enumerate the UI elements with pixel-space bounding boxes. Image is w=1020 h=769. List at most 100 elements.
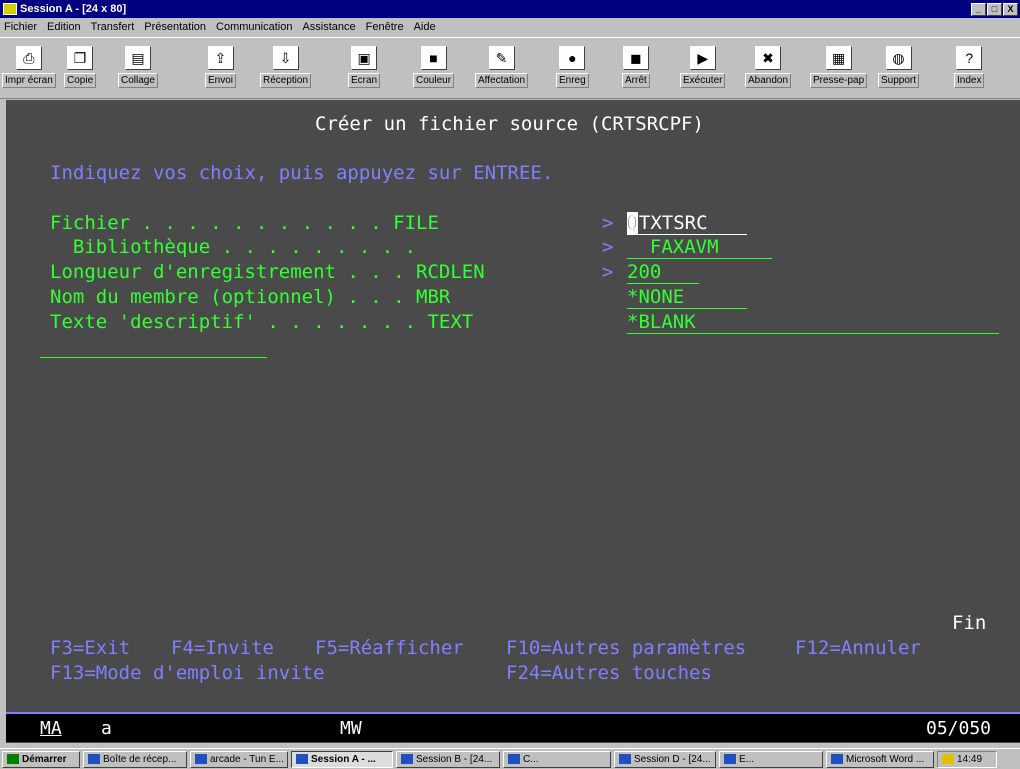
fkey-f5: F5=Réafficher <box>315 637 464 659</box>
field-marker: > <box>602 212 614 234</box>
taskbar-session-e[interactable]: E... <box>719 750 823 768</box>
toolbar-label: Impr écran <box>2 73 56 88</box>
copy-icon: ❐ <box>67 46 94 70</box>
file-input-value: QTXTSRC <box>627 212 708 234</box>
color-button[interactable]: ■ Couleur <box>413 46 455 96</box>
toolbar-label: Envoi <box>205 73 237 88</box>
toolbar-label: Affectation <box>475 73 529 88</box>
toolbar: ⎙ Impr écran ❐ Copie ▤ Collage ⇪ Envoi ⇩ Réce… <box>0 37 1020 99</box>
taskbar: Démarrer Boîte de récep... arcade - Tun … <box>0 748 1020 769</box>
taskbar-session-d[interactable]: Session D - [24... <box>614 750 716 768</box>
taskbar-label: Session B - [24... <box>416 753 493 765</box>
library-input[interactable]: FAXAVM <box>627 236 772 259</box>
receive-icon: ⇩ <box>272 46 299 70</box>
record-icon: ● <box>559 46 586 70</box>
menu-presentation[interactable]: Présentation <box>144 21 206 33</box>
menu-edition[interactable]: Edition <box>47 21 81 33</box>
menu-fenetre[interactable]: Fenêtre <box>366 21 404 33</box>
toolbar-label: Support <box>878 73 920 88</box>
window-title: Session A - [24 x 80] <box>20 3 127 15</box>
close-button[interactable]: X <box>1003 2 1018 16</box>
maximize-button[interactable]: □ <box>987 2 1002 16</box>
abort-button[interactable]: ✖ Abandon <box>745 46 792 96</box>
toolbar-label: Index <box>954 73 985 88</box>
taskbar-label: Boîte de récep... <box>103 753 177 765</box>
keymap-button[interactable]: ✎ Affectation <box>475 46 529 96</box>
record-button[interactable]: ● Enreg <box>556 46 589 96</box>
taskbar-session-b[interactable]: Session B - [24... <box>396 750 500 768</box>
taskbar-label: Session D - [24... <box>634 753 711 765</box>
screen-title: Créer un fichier source (CRTSRCPF) <box>315 113 704 135</box>
terminal-icon <box>195 754 207 764</box>
taskbar-word[interactable]: Microsoft Word ... <box>826 750 934 768</box>
taskbar-label: Session A - ... <box>311 753 376 765</box>
session-icon <box>401 754 413 764</box>
file-input[interactable]: QQTXTSRC <box>627 212 747 235</box>
rcdlen-input[interactable]: 200 <box>627 261 699 284</box>
fkey-f13: F13=Mode d'emploi invite <box>50 662 325 684</box>
toolbar-label: Exécuter <box>680 73 726 88</box>
start-label: Démarrer <box>22 753 67 765</box>
taskbar-session-a[interactable]: Session A - ... <box>291 750 393 768</box>
system-tray-clock: 14:49 <box>937 750 997 768</box>
clipboard-button[interactable]: ▦ Presse-pap <box>810 46 868 96</box>
index-button[interactable]: ? Index <box>954 46 985 96</box>
copy-button[interactable]: ❐ Copie <box>64 46 97 96</box>
text-description-input[interactable]: *BLANK <box>627 311 999 334</box>
menu-transfert[interactable]: Transfert <box>91 21 135 33</box>
field-label-text: Texte 'descriptif' . . . . . . . TEXT <box>50 311 474 333</box>
start-button[interactable]: Démarrer <box>2 750 80 768</box>
toolbar-label: Copie <box>64 73 97 88</box>
status-mw: MW <box>340 718 362 739</box>
taskbar-label: C... <box>523 753 539 765</box>
screen-instruction: Indiquez vos choix, puis appuyez sur ENT… <box>50 162 554 184</box>
end-marker: Fin <box>952 612 987 634</box>
windows-logo-icon <box>7 754 19 764</box>
screen-icon: ▣ <box>351 46 378 70</box>
member-input[interactable]: *NONE <box>627 286 747 309</box>
taskbar-label: Microsoft Word ... <box>846 753 925 765</box>
abort-icon: ✖ <box>755 46 782 70</box>
paste-button[interactable]: ▤ Collage <box>118 46 158 96</box>
print-icon: ⎙ <box>15 46 42 70</box>
execute-button[interactable]: ▶ Exécuter <box>680 46 726 96</box>
fkey-f3: F3=Exit <box>50 637 131 659</box>
paste-icon: ▤ <box>124 46 151 70</box>
menu-assistance[interactable]: Assistance <box>302 21 355 33</box>
toolbar-label: Réception <box>260 73 312 88</box>
taskbar-arcade[interactable]: arcade - Tun E... <box>190 750 288 768</box>
app-icon <box>3 3 17 15</box>
toolbar-label: Presse-pap <box>810 73 868 88</box>
word-icon <box>831 754 843 764</box>
screen-button[interactable]: ▣ Ecran <box>348 46 381 96</box>
toolbar-label: Abandon <box>745 73 792 88</box>
support-button[interactable]: ◍ Support <box>878 46 920 96</box>
send-button[interactable]: ⇪ Envoi <box>205 46 237 96</box>
taskbar-inbox[interactable]: Boîte de récep... <box>83 750 187 768</box>
terminal-screen[interactable]: Créer un fichier source (CRTSRCPF) Indiq… <box>6 100 1020 743</box>
tray-icon <box>942 754 954 764</box>
send-icon: ⇪ <box>207 46 234 70</box>
minimize-button[interactable]: _ <box>971 2 986 16</box>
field-label-mbr: Nom du membre (optionnel) . . . MBR <box>50 286 451 308</box>
fkey-f24: F24=Autres touches <box>506 662 712 684</box>
menu-aide[interactable]: Aide <box>414 21 436 33</box>
cursor-position: 05/050 <box>926 718 992 739</box>
menu-fichier[interactable]: Fichier <box>4 21 37 33</box>
session-icon <box>724 754 736 764</box>
receive-button[interactable]: ⇩ Réception <box>260 46 312 96</box>
stop-button[interactable]: ◼ Arrêt <box>622 46 650 96</box>
text-description-input-continuation[interactable] <box>40 336 267 358</box>
session-icon <box>619 754 631 764</box>
taskbar-session-c[interactable]: C... <box>503 750 611 768</box>
field-label-file: Fichier . . . . . . . . . . . FILE <box>50 212 439 234</box>
fkey-f4: F4=Invite <box>171 637 274 659</box>
toolbar-label: Couleur <box>413 73 455 88</box>
print-screen-button[interactable]: ⎙ Impr écran <box>2 46 56 96</box>
status-mode: MA <box>40 718 62 739</box>
field-marker: > <box>602 261 614 283</box>
menu-communication[interactable]: Communication <box>216 21 292 33</box>
help-book-icon: ? <box>956 46 983 70</box>
clock: 14:49 <box>957 753 983 765</box>
toolbar-label: Arrêt <box>622 73 650 88</box>
